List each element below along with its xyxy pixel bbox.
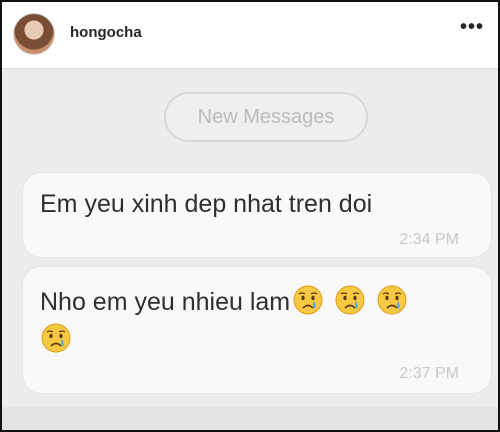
chat-screenshot-image: New Messages Em yeu xinh dep nhat tren d… <box>2 69 498 430</box>
post-frame: hongocha ••• New Messages Em yeu xinh de… <box>0 0 500 432</box>
message-time: 2:37 PM <box>399 365 459 382</box>
post-header: hongocha ••• <box>2 2 498 69</box>
more-options-icon[interactable]: ••• <box>460 16 484 39</box>
message-text-with-emoji: Nho em yeu nhieu lam <box>40 283 481 359</box>
message-text: Em yeu xinh dep nhat tren doi <box>40 190 373 218</box>
crying-face-icon <box>376 284 408 316</box>
crying-face-icon <box>292 284 324 316</box>
message-text: Nho em yeu nhieu lam <box>40 288 291 316</box>
message-time: 2:34 PM <box>399 231 459 248</box>
message-bubble: Nho em yeu nhieu lam 2:37 PM <box>23 267 491 393</box>
username[interactable]: hongocha <box>70 24 142 41</box>
bubble-edge <box>2 407 498 430</box>
crying-face-icon <box>40 322 72 354</box>
avatar[interactable] <box>14 14 54 54</box>
crying-face-icon <box>334 284 366 316</box>
new-messages-pill: New Messages <box>164 92 368 142</box>
message-bubble: Em yeu xinh dep nhat tren doi 2:34 PM <box>23 173 491 257</box>
